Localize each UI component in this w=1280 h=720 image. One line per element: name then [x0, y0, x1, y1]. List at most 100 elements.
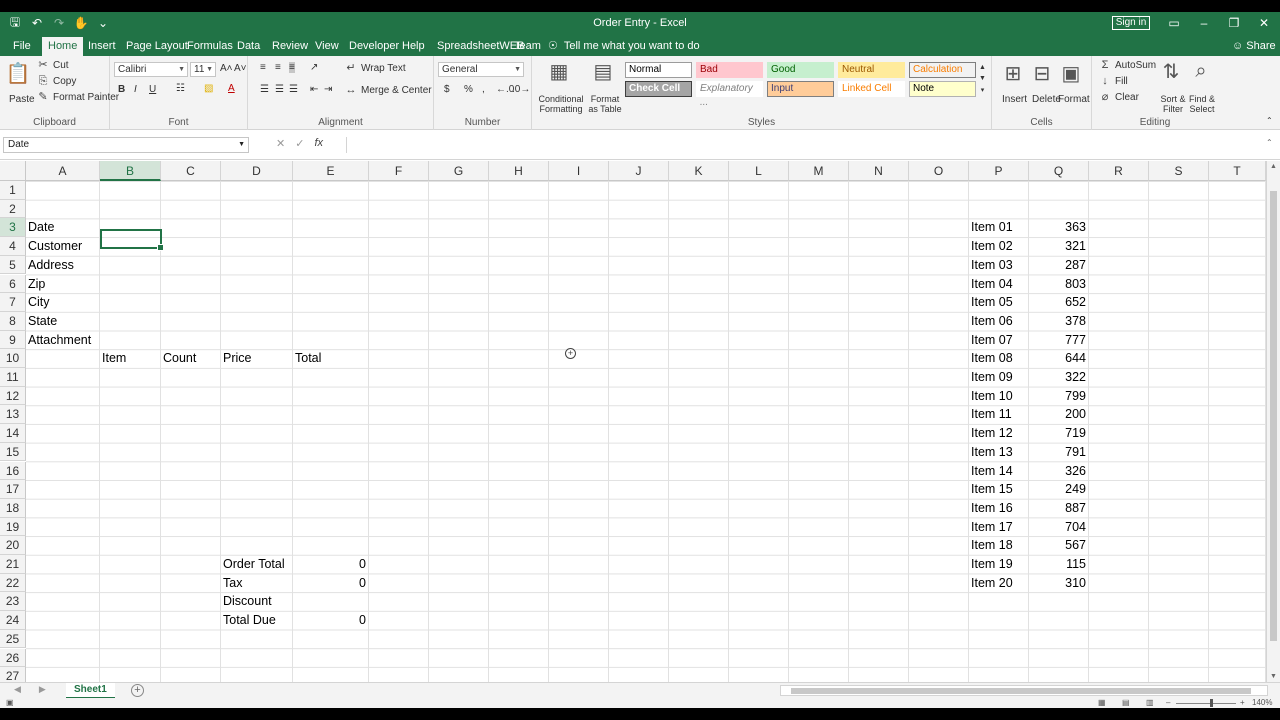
tab-review[interactable]: Review: [266, 37, 314, 56]
font-name-dropdown[interactable]: Calibri ▼: [114, 62, 188, 77]
column-header-a[interactable]: A: [26, 161, 100, 181]
sign-in-button[interactable]: Sign in: [1112, 16, 1150, 30]
column-header-s[interactable]: S: [1149, 161, 1209, 181]
macro-record-icon[interactable]: ▣: [6, 698, 14, 707]
merge-center-button[interactable]: ↔ Merge & Center: [344, 84, 432, 96]
zoom-level[interactable]: 140%: [1252, 698, 1272, 707]
share-button[interactable]: ☺ Share: [1232, 37, 1276, 56]
cancel-icon[interactable]: ✕: [276, 137, 285, 150]
row-header-21[interactable]: 21: [0, 555, 26, 574]
item-name-cell[interactable]: Item 18: [969, 536, 1029, 554]
cut-button[interactable]: ✂ Cut: [36, 59, 68, 71]
scroll-down-icon[interactable]: ▼: [1270, 673, 1277, 680]
column-header-f[interactable]: F: [369, 161, 429, 181]
format-cells-icon[interactable]: ▣: [1058, 60, 1084, 86]
sort-filter-icon[interactable]: ⇅: [1158, 58, 1184, 84]
item-value-cell[interactable]: 652: [1029, 293, 1089, 311]
prev-sheet-icon[interactable]: ◀: [14, 684, 21, 695]
style-bad[interactable]: Bad: [696, 62, 763, 78]
clear-button[interactable]: ⌀ Clear: [1098, 91, 1139, 103]
styles-scroll-icon[interactable]: ▲ ▼ ▾: [979, 64, 986, 94]
insert-button[interactable]: Insert: [1002, 94, 1027, 105]
row-header-9[interactable]: 9: [0, 330, 26, 350]
item-name-cell[interactable]: Item 08: [969, 349, 1029, 367]
normal-view-icon[interactable]: ▦: [1098, 698, 1106, 707]
number-format-dropdown[interactable]: General ▼: [438, 62, 524, 77]
item-value-cell[interactable]: 287: [1029, 256, 1089, 274]
undo-icon[interactable]: ↶: [28, 15, 46, 31]
column-header-o[interactable]: O: [909, 161, 969, 181]
format-as-table-icon[interactable]: ▤: [590, 58, 616, 84]
label-cell[interactable]: City: [26, 293, 100, 311]
expand-formula-bar-icon[interactable]: ⌃: [1266, 138, 1273, 147]
align-right-icon[interactable]: ☰: [289, 84, 298, 95]
summary-label-cell[interactable]: Total Due: [221, 611, 293, 629]
column-header-k[interactable]: K: [669, 161, 729, 181]
item-value-cell[interactable]: 378: [1029, 312, 1089, 330]
horizontal-scroll-thumb[interactable]: [791, 688, 1251, 694]
zoom-in-icon[interactable]: +: [1240, 698, 1245, 707]
top-align-icon[interactable]: ≡: [260, 62, 266, 73]
item-name-cell[interactable]: Item 17: [969, 518, 1029, 536]
paste-button[interactable]: Paste: [9, 94, 35, 105]
close-button[interactable]: ✕: [1250, 14, 1278, 32]
vertical-scrollbar[interactable]: ▲ ▼: [1266, 161, 1280, 682]
enter-check-icon[interactable]: ✓: [295, 137, 304, 150]
page-break-view-icon[interactable]: ▥: [1146, 698, 1154, 707]
select-all-corner[interactable]: [0, 161, 26, 181]
tell-me-search[interactable]: ☉ Tell me what you want to do: [548, 37, 700, 56]
tab-data[interactable]: Data: [231, 37, 266, 56]
item-name-cell[interactable]: Item 10: [969, 387, 1029, 405]
column-header-p[interactable]: P: [969, 161, 1029, 181]
summary-value-cell[interactable]: 0: [293, 555, 369, 573]
item-name-cell[interactable]: Item 01: [969, 218, 1029, 236]
style-good[interactable]: Good: [767, 62, 834, 78]
delete-button[interactable]: Delete: [1032, 94, 1061, 105]
row-header-19[interactable]: 19: [0, 517, 26, 537]
row-header-11[interactable]: 11: [0, 368, 26, 387]
item-value-cell[interactable]: 200: [1029, 405, 1089, 423]
format-as-table-button[interactable]: Format as Table: [586, 94, 624, 114]
tab-file[interactable]: File: [7, 37, 37, 56]
column-header-e[interactable]: E: [293, 161, 369, 181]
zoom-slider[interactable]: – +: [1166, 698, 1246, 708]
item-name-cell[interactable]: Item 02: [969, 237, 1029, 255]
decrease-decimal-icon[interactable]: .0→: [512, 84, 530, 95]
touch-mode-icon[interactable]: ✋: [72, 15, 90, 31]
ribbon-display-options-icon[interactable]: ▭: [1160, 14, 1188, 32]
item-value-cell[interactable]: 644: [1029, 349, 1089, 367]
item-value-cell[interactable]: 791: [1029, 443, 1089, 461]
row-header-18[interactable]: 18: [0, 498, 26, 518]
increase-indent-icon[interactable]: ⇥: [324, 84, 332, 95]
font-size-dropdown[interactable]: 11 ▼: [190, 62, 216, 77]
underline-button[interactable]: U: [149, 84, 156, 95]
row-header-17[interactable]: 17: [0, 480, 26, 499]
add-sheet-button[interactable]: +: [131, 684, 144, 697]
percent-button[interactable]: %: [464, 84, 473, 95]
borders-icon[interactable]: ☷: [176, 83, 185, 94]
style-normal[interactable]: Normal: [625, 62, 692, 78]
item-name-cell[interactable]: Item 09: [969, 368, 1029, 386]
summary-label-cell[interactable]: Tax: [221, 574, 293, 592]
item-name-cell[interactable]: Item 06: [969, 312, 1029, 330]
item-name-cell[interactable]: Item 04: [969, 275, 1029, 293]
item-value-cell[interactable]: 803: [1029, 275, 1089, 293]
row-header-6[interactable]: 6: [0, 274, 26, 294]
summary-value-cell[interactable]: 0: [293, 611, 369, 629]
style-neutral[interactable]: Neutral: [838, 62, 905, 78]
conditional-formatting-button[interactable]: Conditional Formatting: [538, 94, 584, 114]
find-select-button[interactable]: Find & Select: [1186, 94, 1218, 114]
tab-team[interactable]: Team: [508, 37, 547, 56]
conditional-formatting-icon[interactable]: ▦: [546, 58, 572, 84]
row-header-22[interactable]: 22: [0, 573, 26, 593]
insert-cells-icon[interactable]: ⊞: [1000, 60, 1026, 86]
column-header-c[interactable]: C: [161, 161, 221, 181]
summary-label-cell[interactable]: Order Total: [221, 555, 293, 573]
align-left-icon[interactable]: ☰: [260, 84, 269, 95]
item-name-cell[interactable]: Item 12: [969, 424, 1029, 442]
row-header-25[interactable]: 25: [0, 629, 26, 649]
row-header-8[interactable]: 8: [0, 311, 26, 331]
page-layout-view-icon[interactable]: ▤: [1122, 698, 1130, 707]
column-header-m[interactable]: M: [789, 161, 849, 181]
order-header-cell[interactable]: Price: [221, 349, 293, 367]
